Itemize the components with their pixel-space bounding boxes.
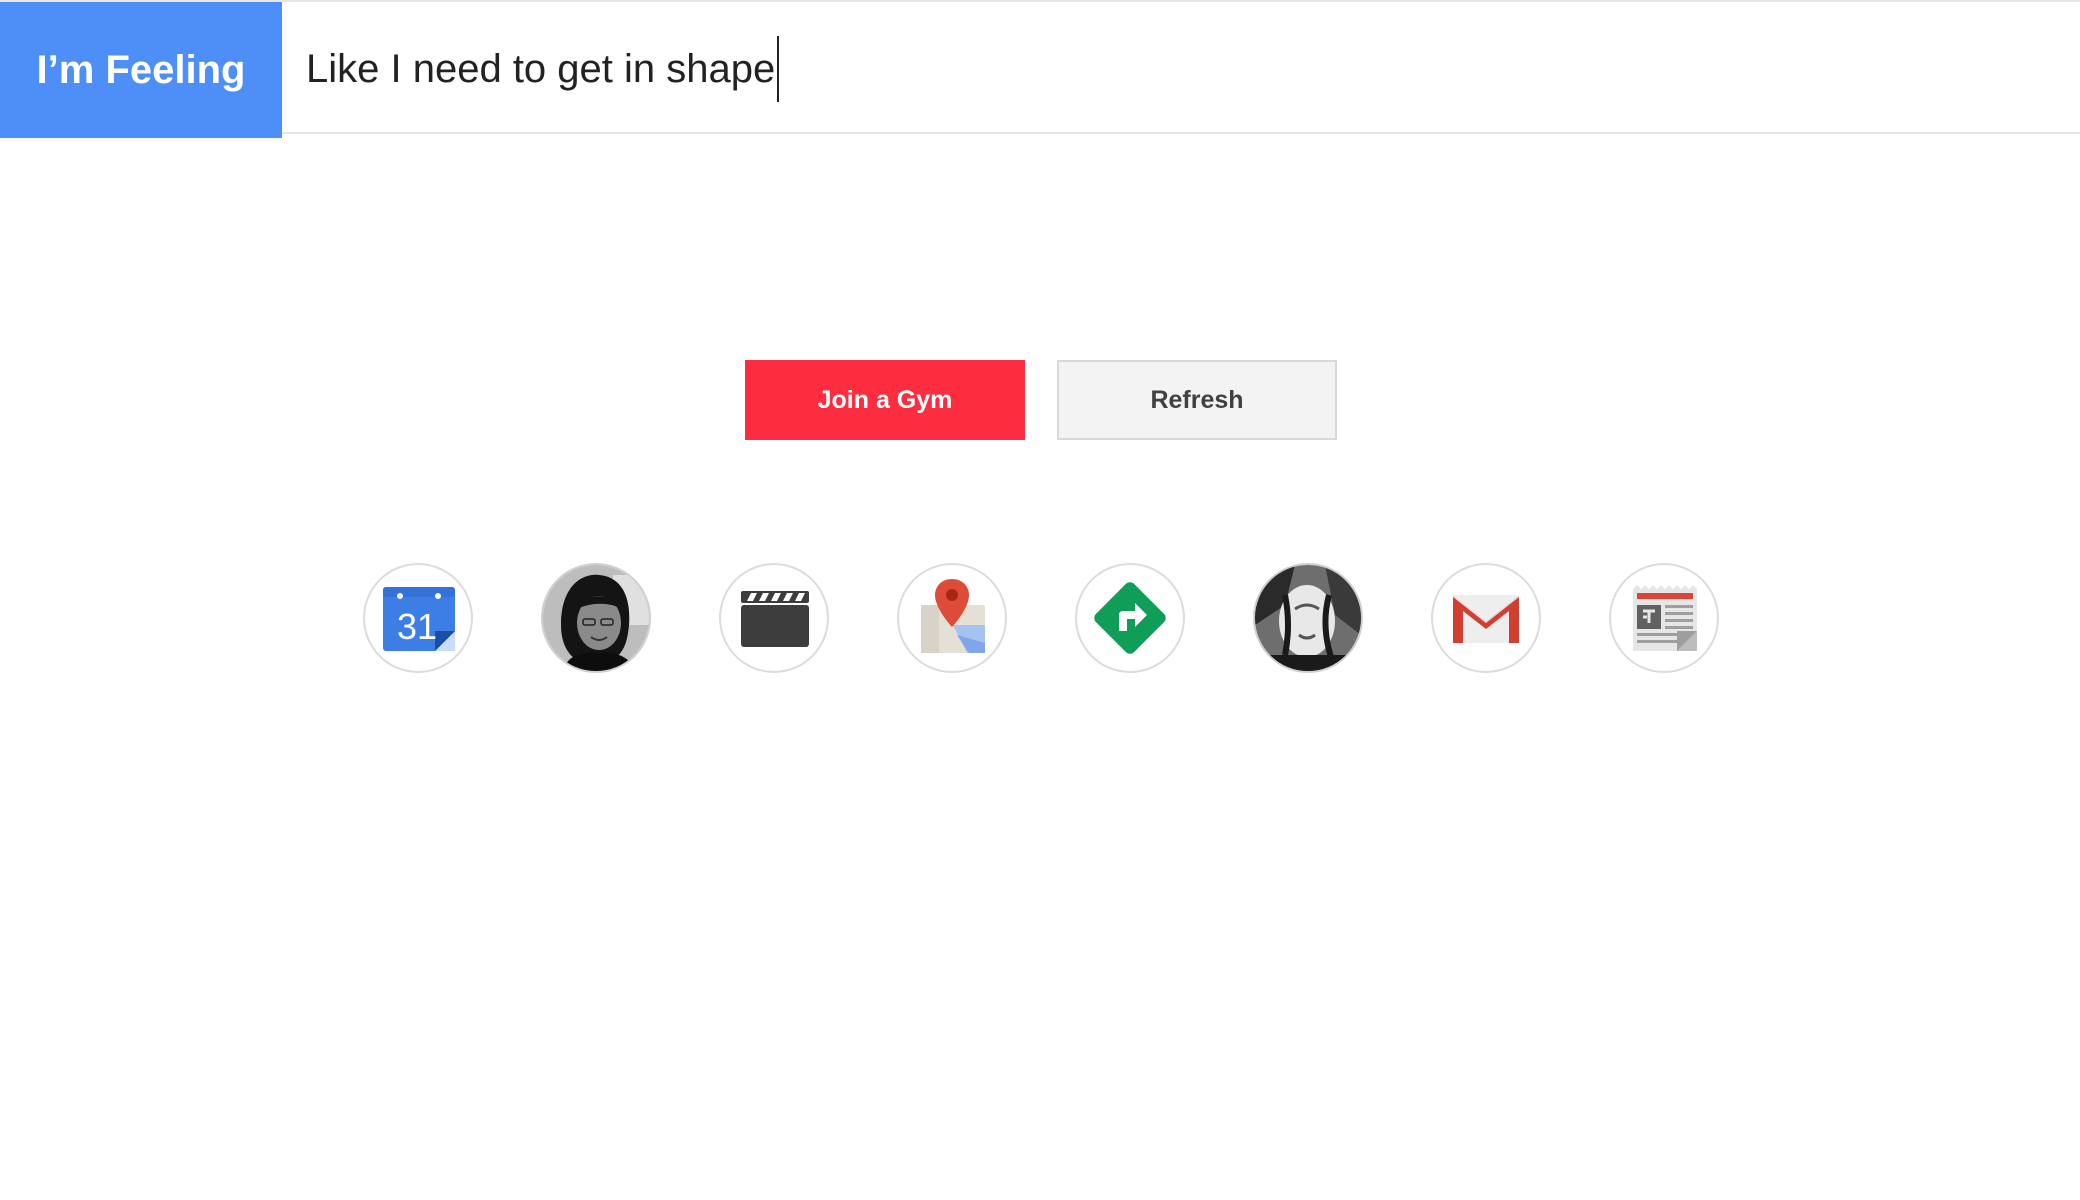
news-app-button[interactable] — [1609, 563, 1719, 673]
search-input[interactable]: Like I need to get in shape — [306, 2, 780, 136]
clapperboard-icon — [741, 591, 809, 647]
calendar-icon: 31 — [383, 587, 455, 651]
photo-thumbnail — [1255, 565, 1361, 671]
join-gym-button[interactable]: Join a Gym — [745, 360, 1025, 440]
contact-avatar-button[interactable] — [541, 563, 651, 673]
photo-thumbnail-button[interactable] — [1253, 563, 1363, 673]
search-query-text: Like I need to get in shape — [306, 46, 776, 91]
news-icon — [1633, 585, 1697, 651]
calendar-day-label: 31 — [397, 606, 437, 647]
refresh-button[interactable]: Refresh — [1057, 360, 1337, 440]
avatar-photo — [543, 565, 649, 671]
maps-icon — [921, 579, 985, 653]
directions-icon — [1094, 582, 1166, 654]
text-caret — [777, 36, 780, 102]
top-bar: I’m Feeling Like I need to get in shape — [0, 0, 2080, 138]
calendar-app-button[interactable]: 31 — [363, 563, 473, 673]
gmail-app-button[interactable] — [1431, 563, 1541, 673]
movies-app-button[interactable] — [719, 563, 829, 673]
brand-label: I’m Feeling — [0, 2, 282, 138]
maps-app-button[interactable] — [897, 563, 1007, 673]
gmail-icon — [1453, 595, 1519, 643]
directions-app-button[interactable] — [1075, 563, 1185, 673]
